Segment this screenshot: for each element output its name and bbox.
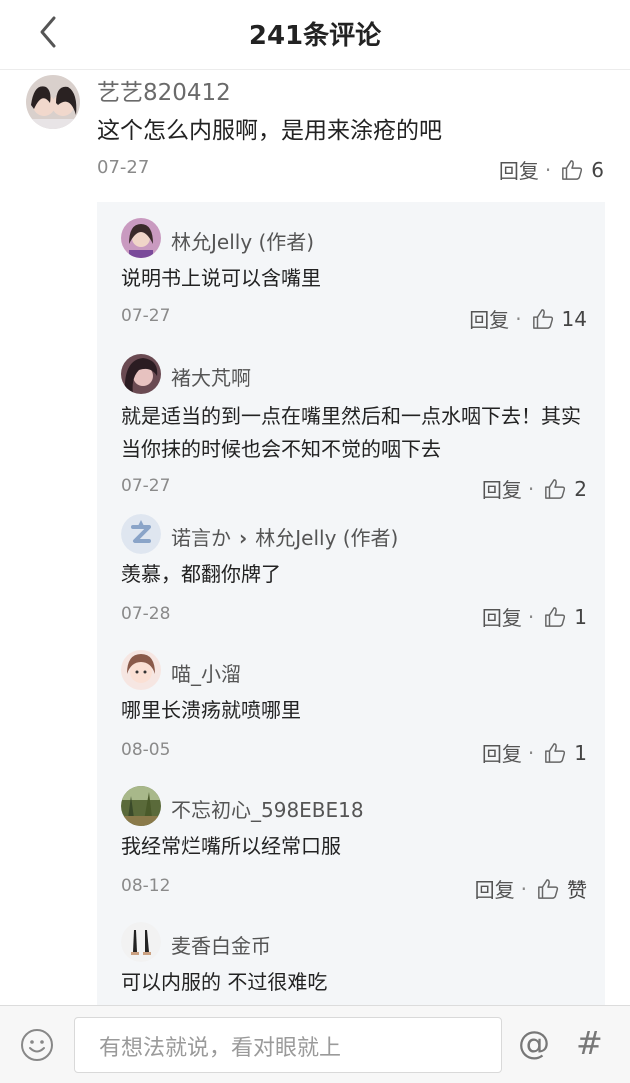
separator-dot: · [527,476,535,501]
reply-date: 08-05 [121,740,171,760]
thumbs-up-icon[interactable] [544,478,566,500]
reply-arrow-icon: › [239,526,248,550]
thumbs-up-icon[interactable] [532,308,554,330]
reply-author[interactable]: 诺言か › 林允Jelly (作者) [171,522,398,551]
separator-dot: · [527,604,535,629]
separator-dot: · [544,157,552,182]
avatar[interactable] [26,75,80,129]
thumbs-up-icon[interactable] [544,742,566,764]
like-count: 1 [574,604,587,629]
reply-date: 07-27 [121,306,171,326]
main-comment: 艺艺820412 这个怎么内服啊，是用来涂疮的吧 07-27 回复 · 6 [0,71,630,201]
mention-button[interactable]: @ [518,1024,550,1062]
reply-date: 07-27 [121,476,171,496]
thumbs-up-icon[interactable] [561,159,583,181]
reply-item: 麦香白金币 可以内服的 不过很难吃 [97,920,605,1005]
reply-date: 07-28 [121,604,171,624]
reply-text: 可以内服的 不过很难吃 [121,970,328,994]
avatar[interactable] [121,650,161,690]
reply-item: 诺言か › 林允Jelly (作者) 羡慕，都翻你牌了 07-28 回复 · 1 [97,512,605,632]
page-title: 241条评论 [248,21,382,51]
reply-item: 林允Jelly (作者) 说明书上说可以含嘴里 07-27 回复 · 14 [97,202,605,332]
comment-text: 这个怎么内服啊，是用来涂疮的吧 [97,118,442,144]
avatar[interactable] [121,786,161,826]
reply-author[interactable]: 褚大芃啊 [171,362,251,391]
separator-dot: · [520,876,527,901]
thumbs-up-icon[interactable] [544,606,566,628]
reply-text: 就是适当的到一点在嘴里然后和一点水咽下去！其实当你抹的时候也会不知不觉的咽下去 [121,404,581,461]
reply-item: 喵_小溜 哪里长溃疡就喷哪里 08-05 回复 · 1 [97,648,605,768]
top-bar: 241条评论 [0,0,630,70]
like-count: 14 [561,306,587,331]
separator-dot: · [515,306,522,331]
avatar[interactable] [121,354,161,394]
reply-button[interactable]: 回复 [469,304,509,333]
avatar[interactable] [121,922,161,962]
comment-list[interactable]: 艺艺820412 这个怎么内服啊，是用来涂疮的吧 07-27 回复 · 6 林允… [0,71,630,1005]
reply-text: 羡慕，都翻你牌了 [121,562,281,586]
reply-actions: 回复 · 1 [482,738,587,767]
like-count: 2 [574,476,587,501]
reply-author[interactable]: 麦香白金币 [171,930,271,959]
reply-item: 不忘初心_598EBE18 我经常烂嘴所以经常口服 08-12 回复 · 赞 [97,784,605,904]
reply-button[interactable]: 回复 [482,474,522,503]
smiley-icon[interactable] [20,1028,54,1062]
like-count: 6 [591,157,604,182]
hashtag-button[interactable]: # [576,1024,603,1062]
reply-author[interactable]: 不忘初心_598EBE18 [171,794,364,823]
reply-date: 08-12 [121,876,171,896]
reply-text: 哪里长溃疡就喷哪里 [121,698,301,722]
reply-actions: 回复 · 赞 [475,874,587,903]
reply-author-name[interactable]: 诺言か [171,526,231,550]
reply-item: 褚大芃啊 就是适当的到一点在嘴里然后和一点水咽下去！其实当你抹的时候也会不知不觉… [97,342,605,502]
thumbs-up-icon[interactable] [537,878,559,900]
reply-actions: 回复 · 14 [469,304,587,333]
avatar[interactable] [121,218,161,258]
reply-button[interactable]: 回复 [482,602,522,631]
reply-button[interactable]: 回复 [482,738,522,767]
reply-target-name[interactable]: 林允Jelly (作者) [255,526,398,550]
comment-input-bar: 有想法就说，看对眼就上 @ # [0,1005,630,1083]
avatar[interactable] [121,514,161,554]
comment-date: 07-27 [97,157,150,178]
replies-panel: 林允Jelly (作者) 说明书上说可以含嘴里 07-27 回复 · 14 褚大… [97,202,605,1005]
comment-input[interactable]: 有想法就说，看对眼就上 [74,1017,502,1073]
comment-author[interactable]: 艺艺820412 [97,73,231,107]
reply-text: 我经常烂嘴所以经常口服 [121,834,341,858]
comment-actions: 回复 · 6 [499,155,604,184]
like-count: 1 [574,740,587,765]
separator-dot: · [527,740,535,765]
reply-author[interactable]: 喵_小溜 [171,658,241,687]
reply-author[interactable]: 林允Jelly (作者) [171,226,314,255]
reply-text: 说明书上说可以含嘴里 [121,266,321,290]
reply-button[interactable]: 回复 [475,874,515,903]
reply-button[interactable]: 回复 [499,155,539,184]
reply-actions: 回复 · 1 [482,602,587,631]
like-count: 赞 [567,878,587,902]
reply-actions: 回复 · 2 [482,474,587,503]
